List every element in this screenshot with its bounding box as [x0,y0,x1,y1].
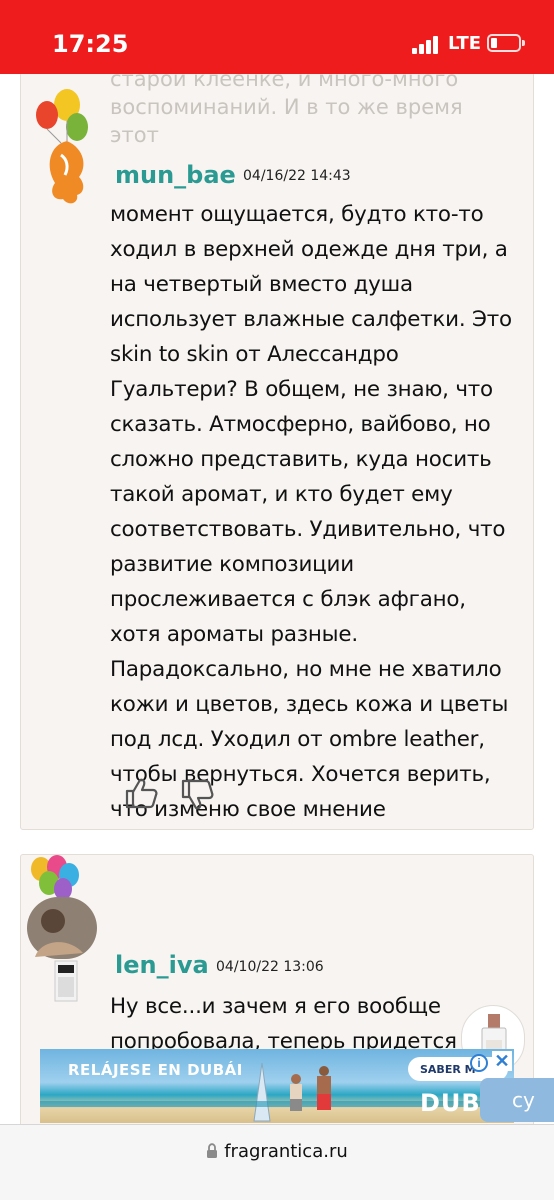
thumbs-up-icon[interactable] [123,775,159,811]
side-tab[interactable]: cy [480,1078,554,1122]
balloon-face-avatar[interactable] [27,75,97,215]
battery-icon [487,34,525,52]
thumbs-down-icon[interactable] [179,777,215,813]
review-card: старой клеенке, и много-много воспоминан… [20,74,534,830]
info-icon[interactable]: i [470,1054,488,1072]
lock-icon [207,1143,218,1158]
review-text-previous-lines: старой клеенке, и много-много воспоминан… [110,74,463,147]
ad-banner[interactable]: RELÁJESE EN DUBÁI SABER M i ✕ DUBAI [40,1049,514,1123]
cellular-signal-icon [412,34,442,54]
network-type: LTE [448,33,482,54]
browser-url-bar[interactable]: fragrantica.ru [0,1124,554,1200]
review-username[interactable]: len_iva [115,951,209,979]
url-display[interactable]: fragrantica.ru [0,1141,554,1162]
page-content[interactable]: старой клеенке, и много-много воспоминан… [0,74,554,1124]
review-date: 04/10/22 13:06 [216,959,324,975]
status-bar: 17:25 LTE [0,0,554,74]
status-time: 17:25 [52,30,129,58]
balloons-photo-avatar[interactable] [25,853,105,1003]
url-domain: fragrantica.ru [224,1141,348,1162]
close-icon[interactable]: ✕ [492,1051,512,1071]
review-date: 04/16/22 14:43 [243,168,351,184]
ad-headline: RELÁJESE EN DUBÁI [68,1061,243,1079]
review-username[interactable]: mun_bae [115,161,236,189]
review-text: момент ощущается, будто кто-то ходил в в… [110,202,512,822]
